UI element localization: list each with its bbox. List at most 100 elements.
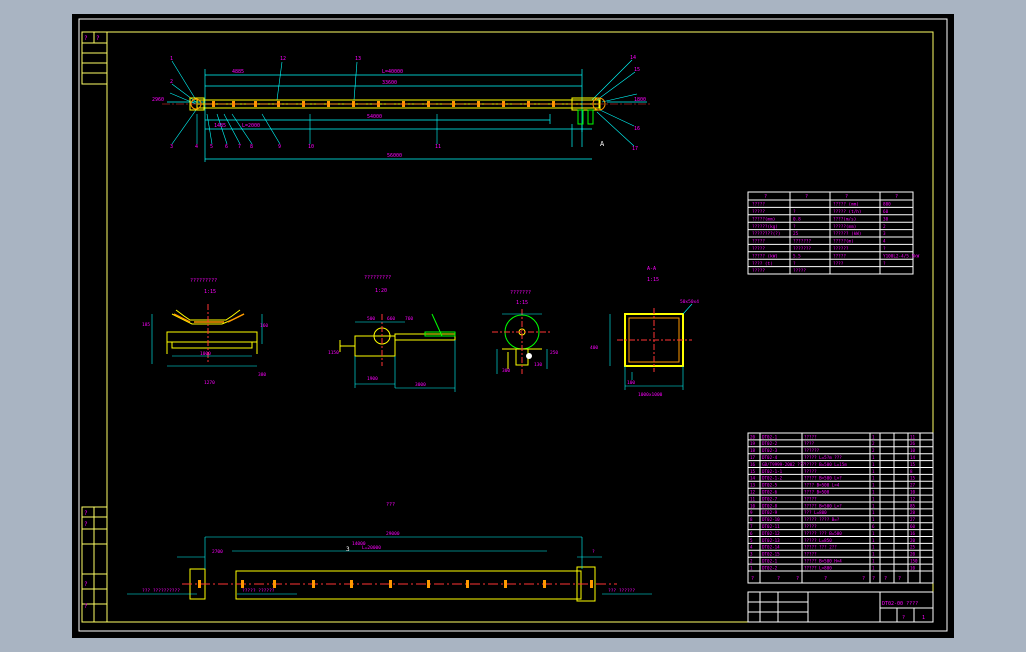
- bom-table-cell: DT02-7: [762, 496, 778, 501]
- bom-table-cell: ??? L=800: [804, 510, 827, 515]
- bom-table-cell: DT02-3: [762, 448, 778, 453]
- side-dim-2960: 2960: [152, 97, 164, 103]
- bom-table-cell: 1: [872, 552, 875, 557]
- bom-table-cell: DT02-1-2: [762, 476, 783, 481]
- bom-table-cell: 8: [750, 517, 753, 522]
- bom-table-cell: ?????: [804, 524, 817, 529]
- side-dim-1800: 1800: [634, 97, 646, 103]
- bom-table-cell: 16: [750, 462, 756, 467]
- tech-table-cell: ?????? (kW): [833, 231, 861, 237]
- bom-table-cell: 150: [910, 559, 918, 564]
- side-leader-12: 12: [280, 56, 286, 62]
- bom-table-cell: 2: [750, 559, 753, 564]
- bom-table-cell: ????? ???? B=?: [804, 517, 840, 522]
- bom-table-cell: DT02-10: [762, 517, 780, 522]
- bom-table-cell: ????: [804, 441, 815, 446]
- bom-table-cell: 6: [750, 531, 753, 536]
- tech-table-cell: ???????: [793, 246, 812, 252]
- tech-table-cell: 5.5: [793, 253, 801, 259]
- tech-table-cell: ?????: [752, 209, 765, 215]
- side-section-mark: A: [600, 140, 605, 148]
- bom-table-cell: DT02-2: [762, 565, 778, 570]
- bom-table-cell: 1: [872, 517, 875, 522]
- side-leader-2: 2: [170, 79, 173, 85]
- bom-table-cell: 19: [750, 441, 756, 446]
- plan-dim-total: 29000: [386, 531, 400, 537]
- detail-1-dim-a: 1000: [200, 351, 211, 357]
- detail-4-dim-c: 50x50x4: [680, 299, 699, 305]
- detail-head-frame: [339, 313, 456, 392]
- tech-table-cells: ?????????????? (mm) 800??????????? (t/h) 6…: [748, 194, 920, 275]
- tech-table-header: ?: [845, 194, 848, 200]
- bom-table-cell: ????? ??? 2??: [804, 545, 837, 550]
- detail-4-title: A-A: [647, 266, 656, 272]
- bom-table-cell: DT02-5: [762, 483, 778, 488]
- bom-table-cell: GB/T9999-2002 ???: [762, 462, 805, 467]
- tech-table-cell: ????(m/s): [833, 216, 856, 222]
- bom-table-cell: 1: [872, 483, 875, 488]
- side-dim-l2000: L=2000: [242, 123, 260, 129]
- bom-rows: 20 DT02-1????? 1 1119 DT02-2???? 2 2618 DT02-3?…: [748, 434, 933, 572]
- bom-table-cell: 12: [750, 490, 756, 495]
- tech-table-cell: ?????: [833, 253, 846, 259]
- tech-table-cell: ?????: [752, 202, 765, 208]
- bom-table-header: ?: [796, 576, 799, 582]
- bom-table-cell: 11: [750, 496, 756, 501]
- bom-table-cell: 1: [872, 559, 875, 564]
- tech-table-cell: ?: [793, 224, 796, 230]
- bom-table-cell: 9: [750, 510, 753, 515]
- bom-table-cell: 10: [910, 490, 916, 495]
- bom-table-cell: DT02-6: [762, 490, 778, 495]
- detail-2-dim-f: 1150: [328, 350, 339, 356]
- plan-view: [127, 536, 652, 602]
- detail-1-dim-e: 380: [258, 372, 266, 378]
- detail-pulley-side: [492, 309, 552, 374]
- bom-table-cell: DT02-1: [762, 559, 778, 564]
- bom-table-cell: 1: [872, 503, 875, 508]
- plan-dim-2700: 2700: [212, 549, 223, 555]
- bom-table-cell: ????? B=500 L=?: [804, 503, 842, 508]
- bom-header: ????????: [751, 576, 901, 582]
- bom-table-cell: ?????: [804, 434, 817, 439]
- plan-dim-right: ?: [592, 549, 595, 555]
- title-drawing-no: DT02-00 ????: [882, 601, 918, 607]
- bom-table-cell: DT02-15: [762, 552, 780, 557]
- bom-table-cell: 27: [910, 483, 916, 488]
- tech-table-cell: 800: [883, 202, 891, 208]
- bom-table-cell: 15: [750, 469, 756, 474]
- detail-4-scale: 1:15: [647, 277, 659, 283]
- bom-table-cell: 20: [910, 552, 916, 557]
- side-dim-33600: 33600: [382, 80, 397, 86]
- side-view: [162, 59, 652, 162]
- bom-table-cell: 2: [872, 448, 875, 453]
- detail-3-dim-a: 250: [550, 350, 558, 356]
- side-leader-5: 5: [210, 144, 213, 150]
- bom-table-cell: 25: [910, 545, 916, 550]
- side-leader-3: 3: [170, 144, 173, 150]
- tech-table-cell: ?????: [752, 246, 765, 252]
- tech-table-cell: ??????: [833, 246, 849, 252]
- bom-table-cell: DT02-4: [762, 455, 778, 460]
- side-leader-8: 8: [250, 144, 253, 150]
- plan-note-1: ??? ??????????: [142, 588, 180, 594]
- side-dim-1485: 1485: [214, 123, 226, 129]
- tech-table-cell: ?????: [793, 268, 806, 274]
- side-leader-15: 15: [634, 67, 640, 73]
- bom-table-cell: ????? L=850: [804, 538, 832, 543]
- bom-table-cell: 1: [872, 531, 875, 536]
- bom-table-cell: DT02-14: [762, 545, 780, 550]
- bom-table-cell: 3: [750, 552, 753, 557]
- bom-table-cell: 13: [750, 483, 756, 488]
- bom-table-cell: 6: [872, 524, 875, 529]
- left-strip-mark-2: ?: [96, 35, 100, 42]
- left-strip-mark-4: ?: [84, 521, 88, 528]
- bom-table-cell: 14: [910, 455, 916, 460]
- bom-table-cell: 1: [872, 462, 875, 467]
- tech-table-cell: ????? (t/h): [833, 209, 861, 215]
- tech-table-cell: ?????: [752, 268, 765, 274]
- bom-table-cell: ?????: [804, 496, 817, 501]
- detail-1-dim-d: 160: [260, 323, 268, 329]
- tech-table-cell: ???? (t): [752, 261, 773, 267]
- bom-table-cell: DT02-9: [762, 510, 778, 515]
- bom-table-cell: 4: [750, 545, 753, 550]
